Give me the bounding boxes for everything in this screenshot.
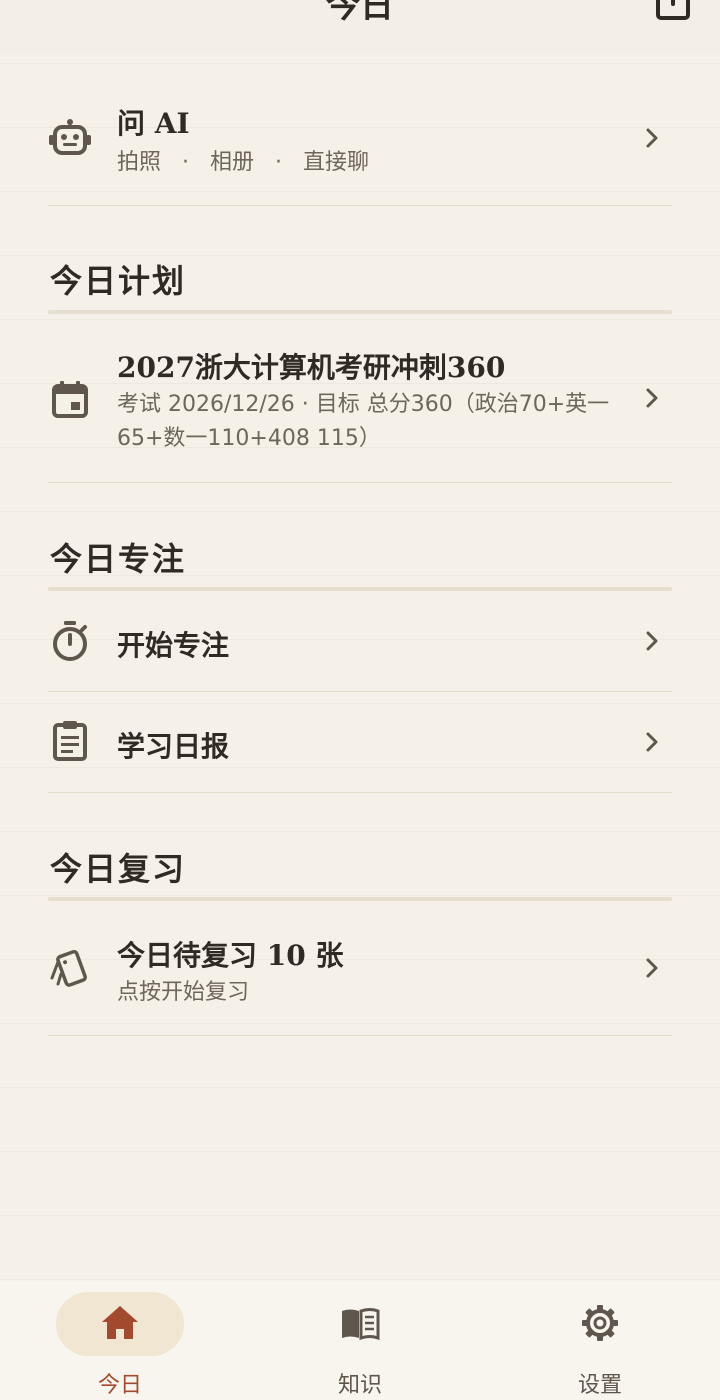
- ask-ai-options: 拍照 · 相册 · 直接聊: [117, 146, 369, 180]
- page-title: 今日: [326, 0, 394, 26]
- start-focus-row[interactable]: 开始专注: [48, 592, 672, 690]
- review-row[interactable]: 今日待复习 10 张 点按开始复习: [48, 910, 672, 1034]
- study-report-label: 学习日报: [117, 730, 230, 763]
- review-subtitle: 点按开始复习: [117, 980, 250, 1005]
- chevron-right-icon: [646, 631, 658, 651]
- calendar-icon: [52, 381, 88, 418]
- clipboard-icon: [53, 721, 87, 761]
- section-title-review: 今日复习: [50, 850, 187, 888]
- section-divider: [48, 310, 672, 314]
- divider: [48, 482, 672, 483]
- share-icon: [656, 0, 690, 20]
- divider: [48, 792, 672, 793]
- option-photo[interactable]: 拍照: [117, 150, 161, 175]
- study-report-row[interactable]: 学习日报: [48, 692, 672, 792]
- app-header: 今日: [0, 0, 720, 54]
- option-album[interactable]: 相册: [210, 150, 254, 175]
- cards-icon: [50, 949, 87, 987]
- bottom-tab-bar: 今日 知识 设置: [0, 1281, 720, 1400]
- ask-ai-title: 问 AI: [117, 107, 190, 140]
- robot-icon: [49, 119, 91, 155]
- home-icon: [102, 1306, 138, 1339]
- section-title-plan: 今日计划: [50, 262, 187, 300]
- tab-settings-label: 设置: [577, 1373, 622, 1398]
- start-focus-label: 开始专注: [117, 629, 230, 662]
- book-icon: [342, 1308, 380, 1341]
- section-divider: [48, 897, 672, 901]
- timer-icon: [53, 621, 87, 661]
- tab-knowledge[interactable]: 知识: [280, 1281, 440, 1400]
- tab-settings[interactable]: 设置: [520, 1281, 680, 1400]
- separator: ·: [275, 150, 283, 175]
- plan-item[interactable]: 2027浙大计算机考研冲刺360 考试 2026/12/26 · 目标 总分36…: [48, 330, 672, 480]
- chevron-right-icon: [646, 958, 658, 978]
- review-title: 今日待复习 10 张: [117, 939, 344, 972]
- separator: ·: [182, 150, 190, 175]
- gear-icon: [582, 1305, 618, 1341]
- share-button[interactable]: [656, 0, 690, 22]
- chevron-right-icon: [646, 732, 658, 752]
- section-divider: [48, 587, 672, 591]
- plan-subtitle: 考试 2026/12/26 · 目标 总分360（政治70+英一65+数一110…: [117, 392, 610, 451]
- chevron-right-icon: [646, 128, 658, 148]
- chevron-right-icon: [646, 388, 658, 408]
- divider: [48, 205, 672, 206]
- option-chat[interactable]: 直接聊: [303, 150, 369, 175]
- tab-knowledge-label: 知识: [337, 1373, 382, 1398]
- section-title-focus: 今日专注: [50, 540, 187, 578]
- tab-today[interactable]: 今日: [40, 1281, 200, 1400]
- plan-title: 2027浙大计算机考研冲刺360: [117, 351, 506, 384]
- divider: [48, 1035, 672, 1036]
- tab-today-label: 今日: [97, 1373, 142, 1398]
- ask-ai-row[interactable]: 问 AI 拍照 · 相册 · 直接聊: [48, 92, 672, 202]
